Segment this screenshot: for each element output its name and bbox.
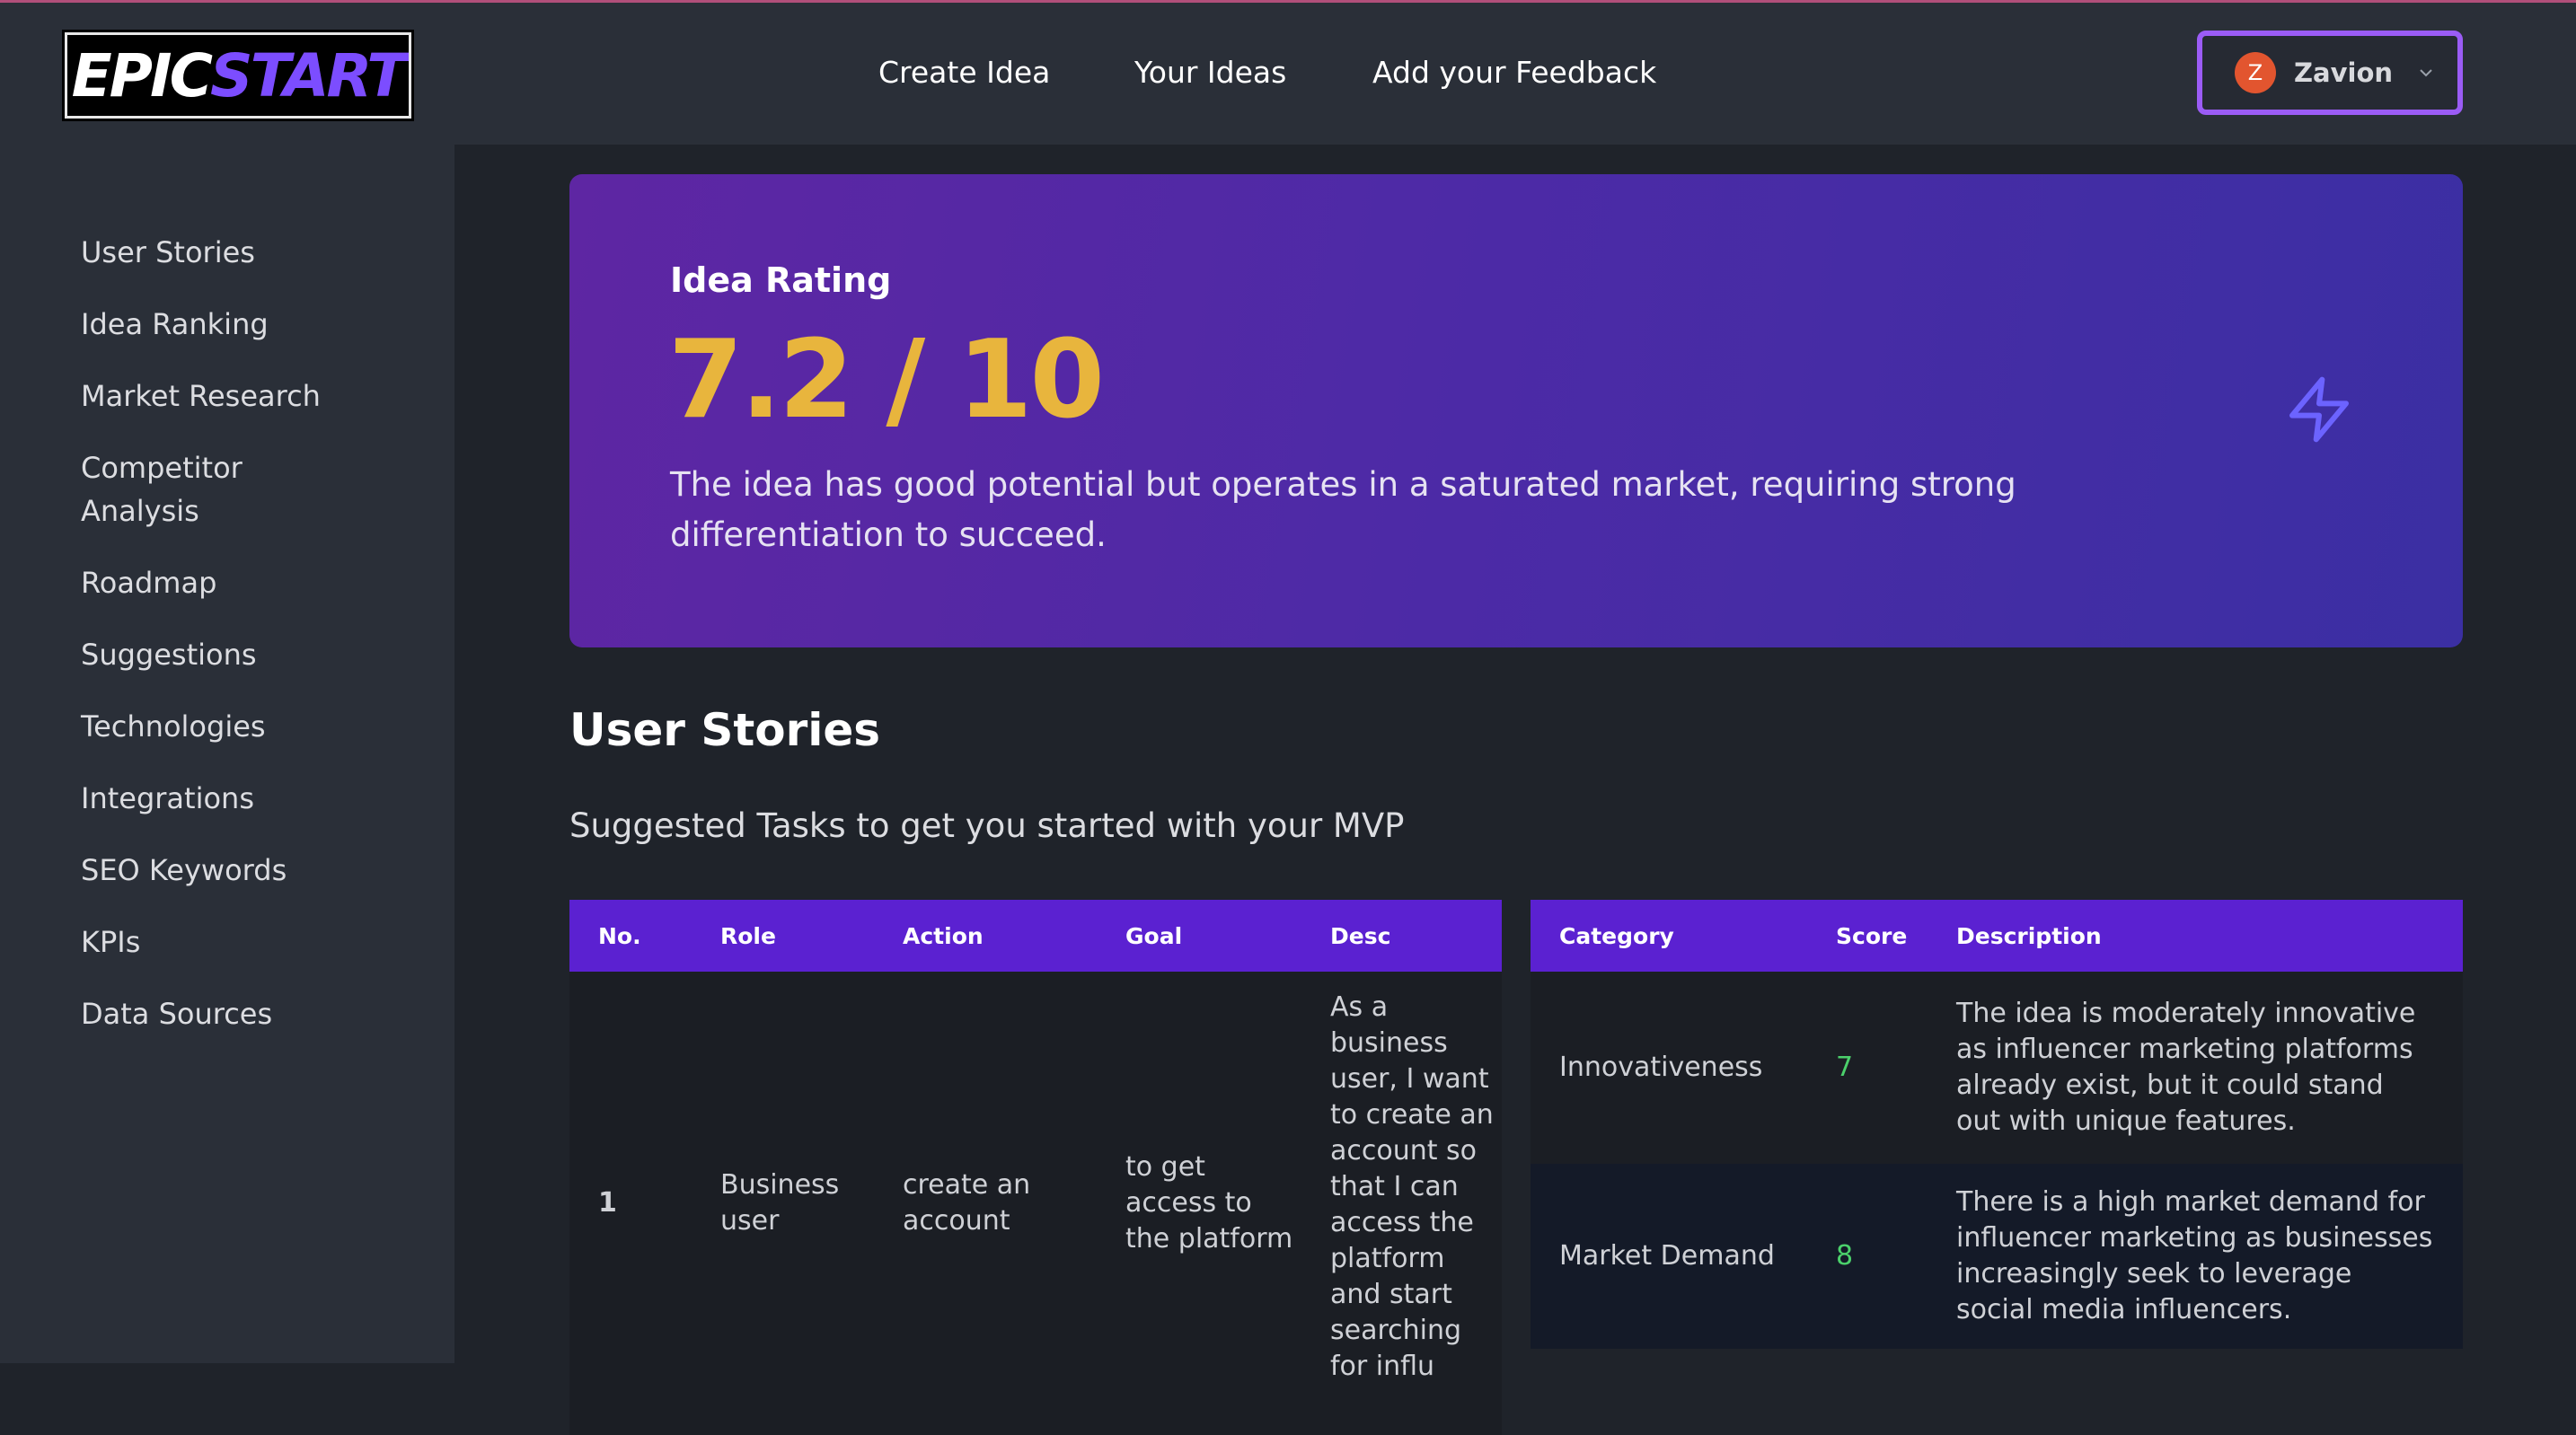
table-row: Market Demand 8 There is a high market d… — [1531, 1164, 2463, 1349]
user-stories-subtitle: Suggested Tasks to get you started with … — [569, 806, 1405, 845]
col-category: Category — [1531, 900, 1807, 972]
col-no: No. — [569, 900, 692, 972]
cell-action: create an account — [874, 972, 1097, 1435]
avatar: Z — [2235, 52, 2276, 93]
user-stories-title: User Stories — [569, 704, 881, 756]
user-menu-button[interactable]: Z Zavion — [2197, 31, 2463, 115]
col-desc: Desc — [1301, 900, 1502, 972]
idea-rating-card: Idea Rating 7.2 / 10 The idea has good p… — [569, 174, 2463, 647]
sidebar-item-idea-ranking[interactable]: Idea Ranking — [81, 303, 377, 346]
cell-goal: to get access to the platform — [1097, 972, 1301, 1435]
cell-description: The idea is moderately innovative as inf… — [1928, 972, 2463, 1164]
cell-score: 7 — [1807, 972, 1928, 1164]
cell-category: Innovativeness — [1531, 972, 1807, 1164]
sidebar-item-suggestions[interactable]: Suggestions — [81, 633, 377, 676]
sidebar-item-kpis[interactable]: KPIs — [81, 920, 377, 964]
cell-score: 8 — [1807, 1164, 1928, 1349]
cell-desc: As a business user, I want to create an … — [1301, 972, 1502, 1435]
sidebar-item-roadmap[interactable]: Roadmap — [81, 561, 377, 604]
sidebar-item-user-stories[interactable]: User Stories — [81, 231, 377, 274]
col-score: Score — [1807, 900, 1928, 972]
rating-description: The idea has good potential but operates… — [670, 465, 2016, 554]
nav-your-ideas[interactable]: Your Ideas — [1134, 55, 1286, 90]
header: EPIC START — [0, 3, 2576, 145]
cell-no: 1 — [569, 972, 692, 1435]
table-header-row: Category Score Description — [1531, 900, 2463, 972]
sidebar-item-integrations[interactable]: Integrations — [81, 777, 377, 820]
sidebar-item-seo-keywords[interactable]: SEO Keywords — [81, 849, 377, 892]
logo-part-2: START — [210, 40, 407, 110]
table-row: 1 Business user create an account to get… — [569, 972, 1502, 1435]
app-logo[interactable]: EPIC START — [62, 30, 414, 121]
user-name: Zavion — [2294, 57, 2394, 88]
cell-role: Business user — [692, 972, 874, 1435]
col-description: Description — [1928, 900, 2463, 972]
nav-create-idea[interactable]: Create Idea — [878, 55, 1050, 90]
cell-category: Market Demand — [1531, 1164, 1807, 1349]
col-goal: Goal — [1097, 900, 1301, 972]
rating-value: 7.2 / 10 — [668, 318, 1105, 443]
user-stories-table: No. Role Action Goal Desc 1 Business use… — [569, 900, 1502, 1435]
col-action: Action — [874, 900, 1097, 972]
idea-scores-table: Category Score Description Innovativenes… — [1531, 900, 2463, 1349]
col-role: Role — [692, 900, 874, 972]
cell-description: There is a high market demand for influe… — [1928, 1164, 2463, 1349]
rating-label: Idea Rating — [670, 260, 892, 300]
lightning-bolt-icon — [2289, 376, 2349, 443]
sidebar-item-technologies[interactable]: Technologies — [81, 705, 377, 748]
nav-add-feedback[interactable]: Add your Feedback — [1372, 55, 1656, 90]
table-header-row: No. Role Action Goal Desc — [569, 900, 1502, 972]
chevron-down-icon — [2420, 69, 2432, 77]
logo-part-1: EPIC — [71, 40, 213, 110]
sidebar: User Stories Idea Ranking Market Researc… — [0, 145, 454, 1363]
sidebar-item-data-sources[interactable]: Data Sources — [81, 992, 377, 1035]
sidebar-item-competitor-analysis[interactable]: Competitor Analysis — [81, 446, 287, 533]
table-row: Innovativeness 7 The idea is moderately … — [1531, 972, 2463, 1164]
sidebar-item-market-research[interactable]: Market Research — [81, 374, 377, 418]
